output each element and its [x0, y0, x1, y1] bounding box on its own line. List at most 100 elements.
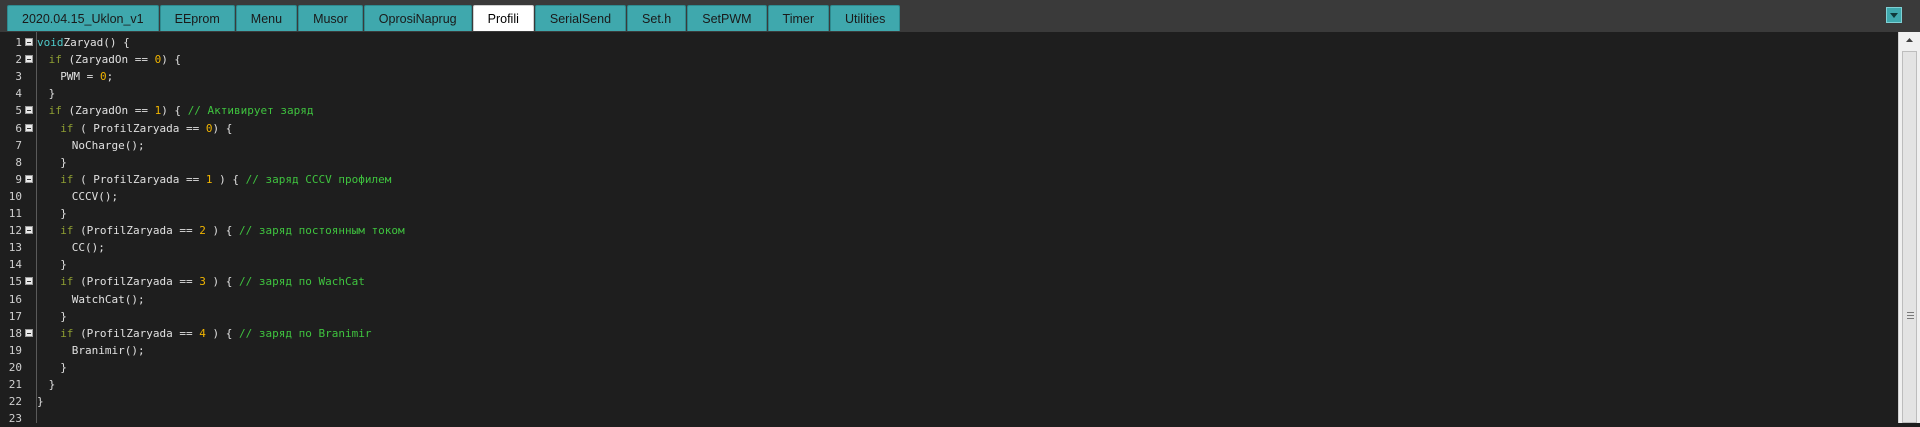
line-number: 16 — [8, 292, 22, 306]
tabs-strip: 2020.04.15_Uklon_v1 EEprom Menu Musor Oprosi… — [7, 5, 901, 32]
tab-menu[interactable]: Menu — [235, 5, 298, 31]
code-token: if — [60, 275, 81, 289]
scroll-up-button[interactable] — [1899, 32, 1920, 49]
code-token: } — [48, 87, 56, 101]
code-line: CCCV(); — [72, 188, 118, 205]
code-token: ; — [106, 70, 114, 84]
tab-2020-04-15-uklon-v1[interactable]: 2020.04.15_Uklon_v1 — [7, 5, 159, 31]
arrow-up-icon — [1906, 38, 1913, 42]
code-token: ) { — [161, 53, 182, 67]
line-number: 3 — [15, 70, 22, 84]
code-line: voidZaryad() { — [37, 34, 130, 51]
tab-serialsend[interactable]: SerialSend — [534, 5, 627, 31]
code-token: ) { — [205, 224, 240, 238]
tab-musor[interactable]: Musor — [298, 5, 363, 31]
chevron-down-icon — [1890, 13, 1898, 18]
code-editor[interactable]: 1 2 3 4 5 6 7 8 9 10 11 12 13 14 15 16 17 18 19 20 21 22 23 vo… — [0, 32, 1920, 425]
code-token: CC(); — [71, 241, 105, 255]
code-line: } — [60, 256, 67, 273]
code-token: ) { — [212, 121, 233, 135]
code-token: Zaryad() { — [63, 36, 130, 49]
code-line: } — [60, 359, 67, 376]
code-token: ) { — [212, 172, 246, 186]
line-number: 23 — [8, 412, 22, 426]
collapse-minus-icon[interactable] — [25, 277, 33, 286]
code-token: CCCV(); — [71, 189, 119, 203]
line-number: 6 — [15, 121, 22, 135]
code-token: // заряд постоянным током — [239, 224, 405, 238]
line-number: 15 — [8, 275, 22, 289]
code-token: ) { — [205, 326, 240, 340]
code-token: 4 — [199, 326, 206, 340]
collapse-minus-icon[interactable] — [25, 226, 33, 235]
line-number: 4 — [15, 87, 22, 101]
line-number: 11 — [8, 207, 22, 220]
line-number: 1 — [15, 36, 22, 49]
code-token: // Активирует заряд — [187, 104, 314, 118]
code-token: 0 — [205, 121, 213, 135]
code-token: 1 — [205, 172, 213, 186]
code-token: (ProfilZaryada == — [80, 326, 200, 340]
code-line: if (ProfilZaryada == 3 ) { // заряд по W… — [60, 273, 365, 290]
code-token: // заряд по Branimir — [239, 326, 372, 340]
code-line: } — [49, 376, 56, 393]
code-token: if — [48, 104, 69, 118]
line-number: 9 — [15, 172, 22, 186]
scroll-thumb[interactable] — [1902, 51, 1917, 423]
line-number: 14 — [8, 258, 22, 272]
code-line: if (ZaryadOn == 0) { — [49, 51, 181, 68]
code-token: void — [37, 36, 64, 49]
code-line: WatchCat(); — [72, 291, 145, 308]
collapse-minus-icon[interactable] — [25, 38, 33, 46]
code-token: (ZaryadOn == — [68, 104, 155, 118]
code-token: (ProfilZaryada == — [80, 224, 200, 238]
line-number: 13 — [8, 241, 22, 255]
code-line: if (ProfilZaryada == 4 ) { // заряд по B… — [60, 325, 371, 342]
tab-utilities[interactable]: Utilities — [830, 5, 901, 31]
code-token: ( ProfilZaryada == — [80, 172, 206, 186]
code-token: (ProfilZaryada == — [80, 275, 200, 289]
code-token: (ZaryadOn == — [68, 53, 155, 67]
code-line: if ( ProfilZaryada == 0) { — [60, 120, 232, 137]
collapse-minus-icon[interactable] — [25, 123, 33, 132]
code-token: // заряд по WachCat — [239, 275, 365, 289]
scroll-grip-icon — [1907, 312, 1914, 321]
code-token: } — [60, 309, 67, 323]
collapse-minus-icon[interactable] — [25, 106, 33, 115]
code-token: Branimir(); — [71, 343, 145, 357]
vertical-scrollbar[interactable] — [1898, 32, 1920, 423]
code-line: if ( ProfilZaryada == 1 ) { // заряд CCC… — [60, 171, 391, 188]
code-token: if — [60, 121, 81, 135]
code-line: if (ProfilZaryada == 2 ) { // заряд пост… — [60, 222, 404, 239]
code-line: } — [37, 393, 44, 410]
code-token: 2 — [199, 224, 206, 238]
code-token: if — [60, 172, 81, 186]
line-number: 20 — [8, 360, 22, 374]
collapse-minus-icon[interactable] — [25, 174, 33, 183]
collapse-minus-icon[interactable] — [25, 55, 33, 64]
code-token: 3 — [199, 275, 206, 289]
code-token: } — [60, 207, 67, 220]
code-token: if — [48, 53, 69, 67]
line-number: 19 — [8, 343, 22, 357]
tab-setpwm[interactable]: SetPWM — [687, 5, 767, 31]
line-number: 10 — [8, 189, 22, 203]
code-line: } — [60, 308, 67, 325]
code-area[interactable]: voidZaryad() {if (ZaryadOn == 0) {PWM = … — [37, 32, 1898, 423]
tab-timer[interactable]: Timer — [767, 5, 830, 31]
line-number-gutter: 1 2 3 4 5 6 7 8 9 10 11 12 13 14 15 16 17 18 19 20 21 22 23 — [0, 32, 37, 425]
tab-oprosinaprug[interactable]: OprosiNaprug — [363, 5, 472, 31]
line-number: 18 — [8, 326, 22, 340]
code-token: PWM = — [60, 70, 100, 84]
tab-bar: 2020.04.15_Uklon_v1 EEprom Menu Musor Oprosi… — [0, 0, 1920, 32]
tab-profili[interactable]: Profili — [472, 5, 534, 31]
line-number: 12 — [8, 224, 22, 238]
tab-menu-button[interactable] — [1886, 7, 1902, 23]
tab-set-h[interactable]: Set.h — [627, 5, 687, 31]
tab-eeprom[interactable]: EEprom — [159, 5, 235, 31]
code-line: } — [60, 154, 67, 171]
collapse-minus-icon[interactable] — [25, 328, 33, 337]
code-token: } — [37, 395, 44, 409]
code-line: if (ZaryadOn == 1) { // Активирует заряд — [49, 102, 314, 119]
code-token: ) { — [205, 275, 240, 289]
